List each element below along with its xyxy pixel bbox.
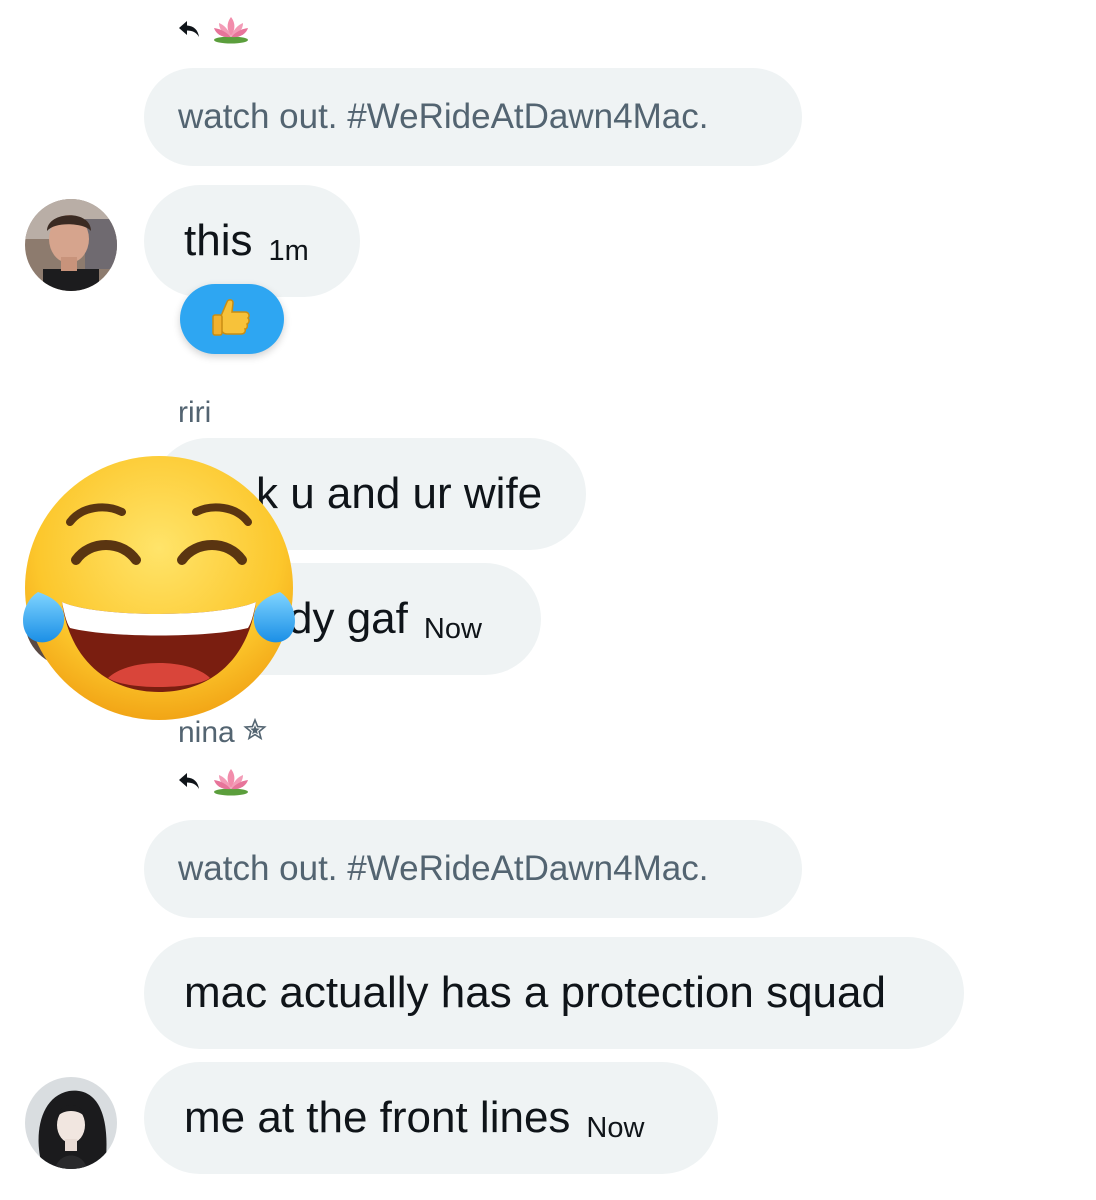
message-timestamp: Now (423, 612, 482, 645)
message-bubble[interactable]: this 1m (144, 185, 360, 297)
reply-arrow-icon (176, 768, 202, 794)
thumbs-up-icon (207, 292, 257, 347)
reaction-badge[interactable] (180, 284, 284, 354)
message-text: dy gaf (288, 594, 408, 643)
message-text: me at the front lines (184, 1093, 571, 1142)
message-text: mac actually has a protection squad (184, 968, 886, 1017)
reply-context-row (176, 12, 250, 46)
reply-arrow-icon (176, 16, 202, 42)
star-icon (243, 716, 267, 750)
tears-of-joy-emoji-icon (18, 452, 300, 724)
quoted-message-text: watch out. #WeRideAtDawn4Mac. (178, 97, 709, 136)
avatar[interactable] (25, 199, 117, 291)
sender-name: riri (178, 396, 212, 429)
message-text: this (184, 216, 253, 265)
message-bubble[interactable]: me at the front lines Now (144, 1062, 718, 1174)
sender-name-row: nina (178, 716, 267, 750)
lotus-icon (212, 766, 250, 796)
lotus-icon (212, 14, 250, 44)
reply-context-row (176, 764, 250, 798)
avatar[interactable] (25, 1077, 117, 1169)
message-timestamp: 1m (268, 234, 309, 267)
quoted-message-bubble[interactable]: watch out. #WeRideAtDawn4Mac. (144, 68, 802, 166)
message-bubble[interactable]: mac actually has a protection squad (144, 937, 964, 1049)
quoted-message-text: watch out. #WeRideAtDawn4Mac. (178, 849, 709, 888)
quoted-message-bubble[interactable]: watch out. #WeRideAtDawn4Mac. (144, 820, 802, 918)
message-timestamp: Now (586, 1111, 645, 1144)
sender-name: nina (178, 716, 235, 749)
